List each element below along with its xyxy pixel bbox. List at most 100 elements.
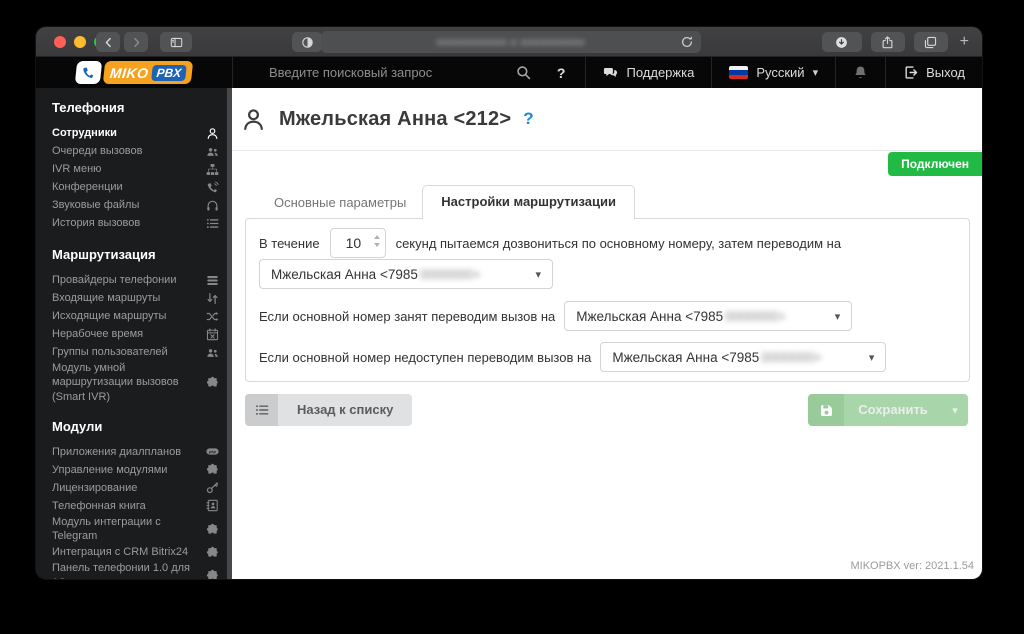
- back-to-list-button[interactable]: Назад к списку: [245, 394, 413, 426]
- main-content: Мжельская Анна <212> ? Подключен Основны…: [232, 88, 982, 579]
- sidebar-toggle-button[interactable]: [160, 32, 192, 52]
- sidebar-item-ivr-menu[interactable]: IVR меню: [52, 160, 232, 178]
- sidebar-section-title: Модули: [52, 418, 103, 434]
- sidebar-section: Телефония Сотрудники Очереди вызовов IVR ме…: [52, 100, 232, 232]
- address-bar-url: ●●●●●●●●●●● ● ●●●●●●●●●●: [436, 37, 586, 47]
- search-icon[interactable]: [516, 65, 531, 80]
- forward-on-busy-dropdown[interactable]: Мжельская Анна <7985 0000000> ▾: [564, 301, 853, 331]
- language-selector[interactable]: Русский ▾: [711, 57, 835, 88]
- sidebar-item-smart-ivr[interactable]: Модуль умной маршрутизации вызовов (Smar…: [52, 361, 232, 404]
- puzzle-icon: [206, 463, 219, 476]
- download-icon: [835, 36, 848, 49]
- phone-icon: [206, 181, 219, 194]
- redacted-number: 0000000>: [725, 308, 786, 324]
- chevron-down-icon: ▾: [834, 310, 841, 323]
- logout-button[interactable]: Выход: [885, 57, 982, 88]
- sidebar-item-user-groups[interactable]: Группы пользователей: [52, 343, 232, 361]
- version-text: MIKOPBX ver: 2021.1.54: [850, 560, 974, 572]
- sidebar-item-label: Управление модулями: [52, 463, 168, 476]
- browser-titlebar: ●●●●●●●●●●● ● ●●●●●●●●●● +: [36, 27, 982, 57]
- sidebar-item-label: Провайдеры телефонии: [52, 273, 177, 286]
- save-dropdown-caret[interactable]: ▾: [942, 394, 968, 426]
- tab-routing-settings[interactable]: Настройки маршрутизации: [422, 185, 635, 219]
- search-input[interactable]: [269, 65, 516, 80]
- forward-on-unavailable-dropdown[interactable]: Мжельская Анна <7985 0000000> ▾: [600, 342, 887, 372]
- forward-button[interactable]: [124, 32, 148, 52]
- minimize-window-button[interactable]: [74, 36, 86, 48]
- help-icon[interactable]: ?: [557, 65, 566, 81]
- php-icon: [206, 445, 219, 458]
- redacted-number: 0000000>: [761, 349, 822, 365]
- address-bar[interactable]: ●●●●●●●●●●● ● ●●●●●●●●●●: [321, 31, 701, 53]
- privacy-report-button[interactable]: [292, 32, 322, 52]
- sidebar-item-outgoing-routes[interactable]: Исходящие маршруты: [52, 307, 232, 325]
- sidebar-item-licensing[interactable]: Лицензирование: [52, 479, 232, 497]
- logout-label: Выход: [926, 65, 965, 80]
- share-button[interactable]: [870, 32, 905, 52]
- page-title: Мжельская Анна <212>: [279, 107, 512, 130]
- forward-on-timeout-dropdown[interactable]: Мжельская Анна <7985 0000000> ▾: [259, 259, 553, 289]
- sidebar-item-employees[interactable]: Сотрудники: [52, 124, 232, 142]
- sidebar-item-out-of-work-time[interactable]: Нерабочее время: [52, 325, 232, 343]
- key-icon: [206, 481, 219, 494]
- unavailable-label: Если основной номер недоступен переводим…: [259, 349, 592, 365]
- sidebar-item-call-history[interactable]: История вызовов: [52, 214, 232, 232]
- sidebar-item-sound-files[interactable]: Звуковые файлы: [52, 196, 232, 214]
- dropdown-value: Мжельская Анна <7985: [271, 266, 418, 282]
- tab-overview-button[interactable]: [913, 32, 948, 52]
- sidebar-item-bitrix24[interactable]: Интеграция с CRM Bitrix24: [52, 543, 232, 561]
- list-icon: [245, 394, 278, 426]
- close-window-button[interactable]: [54, 36, 66, 48]
- new-tab-button[interactable]: +: [957, 32, 972, 52]
- sidebar-item-telegram-module[interactable]: Модуль интеграции с Telegram: [52, 515, 232, 544]
- sidebar-item-incoming-routes[interactable]: Входящие маршруты: [52, 289, 232, 307]
- sitemap-icon: [206, 163, 219, 176]
- sidebar: Телефония Сотрудники Очереди вызовов IVR ме…: [36, 88, 232, 579]
- user-icon: [206, 127, 219, 140]
- sidebar-item-label: История вызовов: [52, 216, 141, 229]
- sidebar-section: Модули Приложения диалпланов Управление мо…: [52, 419, 232, 579]
- page-help-icon[interactable]: ?: [523, 109, 533, 129]
- chevron-right-icon: [130, 36, 143, 49]
- reload-button[interactable]: [680, 35, 694, 49]
- users-icon: [206, 145, 219, 158]
- save-button[interactable]: Сохранить ▾: [808, 394, 968, 426]
- sidebar-item-dialplan-apps[interactable]: Приложения диалпланов: [52, 443, 232, 461]
- sidebar-item-label: Нерабочее время: [52, 327, 144, 340]
- downloads-button[interactable]: [821, 32, 862, 52]
- puzzle-icon: [206, 376, 219, 389]
- stepper-down-icon[interactable]: [373, 243, 380, 247]
- back-button-label: Назад к списку: [278, 394, 413, 426]
- logo-text-pbx: PBX: [150, 64, 187, 81]
- sidebar-item-phone-book[interactable]: Телефонная книга: [52, 497, 232, 515]
- sidebar-item-label: Панель телефонии 1.0 для 1С: [52, 562, 190, 579]
- sidebar-item-label: IVR меню: [52, 162, 102, 175]
- sidebar-item-providers[interactable]: Провайдеры телефонии: [52, 271, 232, 289]
- sidebar-item-conferences[interactable]: Конференции: [52, 178, 232, 196]
- sidebar-item-panel-1c-10[interactable]: Панель телефонии 1.0 для 1С: [52, 561, 232, 579]
- tab-general-settings[interactable]: Основные параметры: [258, 187, 422, 219]
- ring-timeout-row: В течение секунд пытаемся дозвониться по…: [259, 228, 956, 258]
- sidebar-item-label: Интеграция с CRM Bitrix24: [52, 546, 189, 559]
- notifications-button[interactable]: [835, 57, 885, 88]
- back-button[interactable]: [96, 32, 120, 52]
- dropdown-value: Мжельская Анна <7985: [612, 349, 760, 365]
- stepper-up-icon[interactable]: [373, 235, 380, 239]
- sidebar-item-label: Исходящие маршруты: [52, 309, 167, 322]
- sidebar-item-label: Лицензирование: [52, 481, 138, 494]
- page-header: Мжельская Анна <212> ?: [232, 88, 982, 151]
- shuffle-icon: [206, 310, 219, 323]
- sidebar-item-call-queues[interactable]: Очереди вызовов: [52, 142, 232, 160]
- routing-settings-panel: В течение секунд пытаемся дозвониться по…: [245, 218, 970, 382]
- number-stepper[interactable]: [373, 235, 380, 247]
- logo[interactable]: MIKO PBX: [36, 57, 232, 88]
- sign-out-icon: [903, 65, 918, 80]
- puzzle-icon: [206, 569, 219, 579]
- puzzle-icon: [206, 546, 219, 559]
- support-button[interactable]: Поддержка: [585, 57, 711, 88]
- sidebar-item-module-management[interactable]: Управление модулями: [52, 461, 232, 479]
- forward-on-busy-row: Если основной номер занят переводим вызо…: [259, 301, 956, 331]
- book-icon: [206, 499, 219, 512]
- logo-text-miko: MIKO: [109, 64, 150, 81]
- save-icon: [808, 394, 844, 426]
